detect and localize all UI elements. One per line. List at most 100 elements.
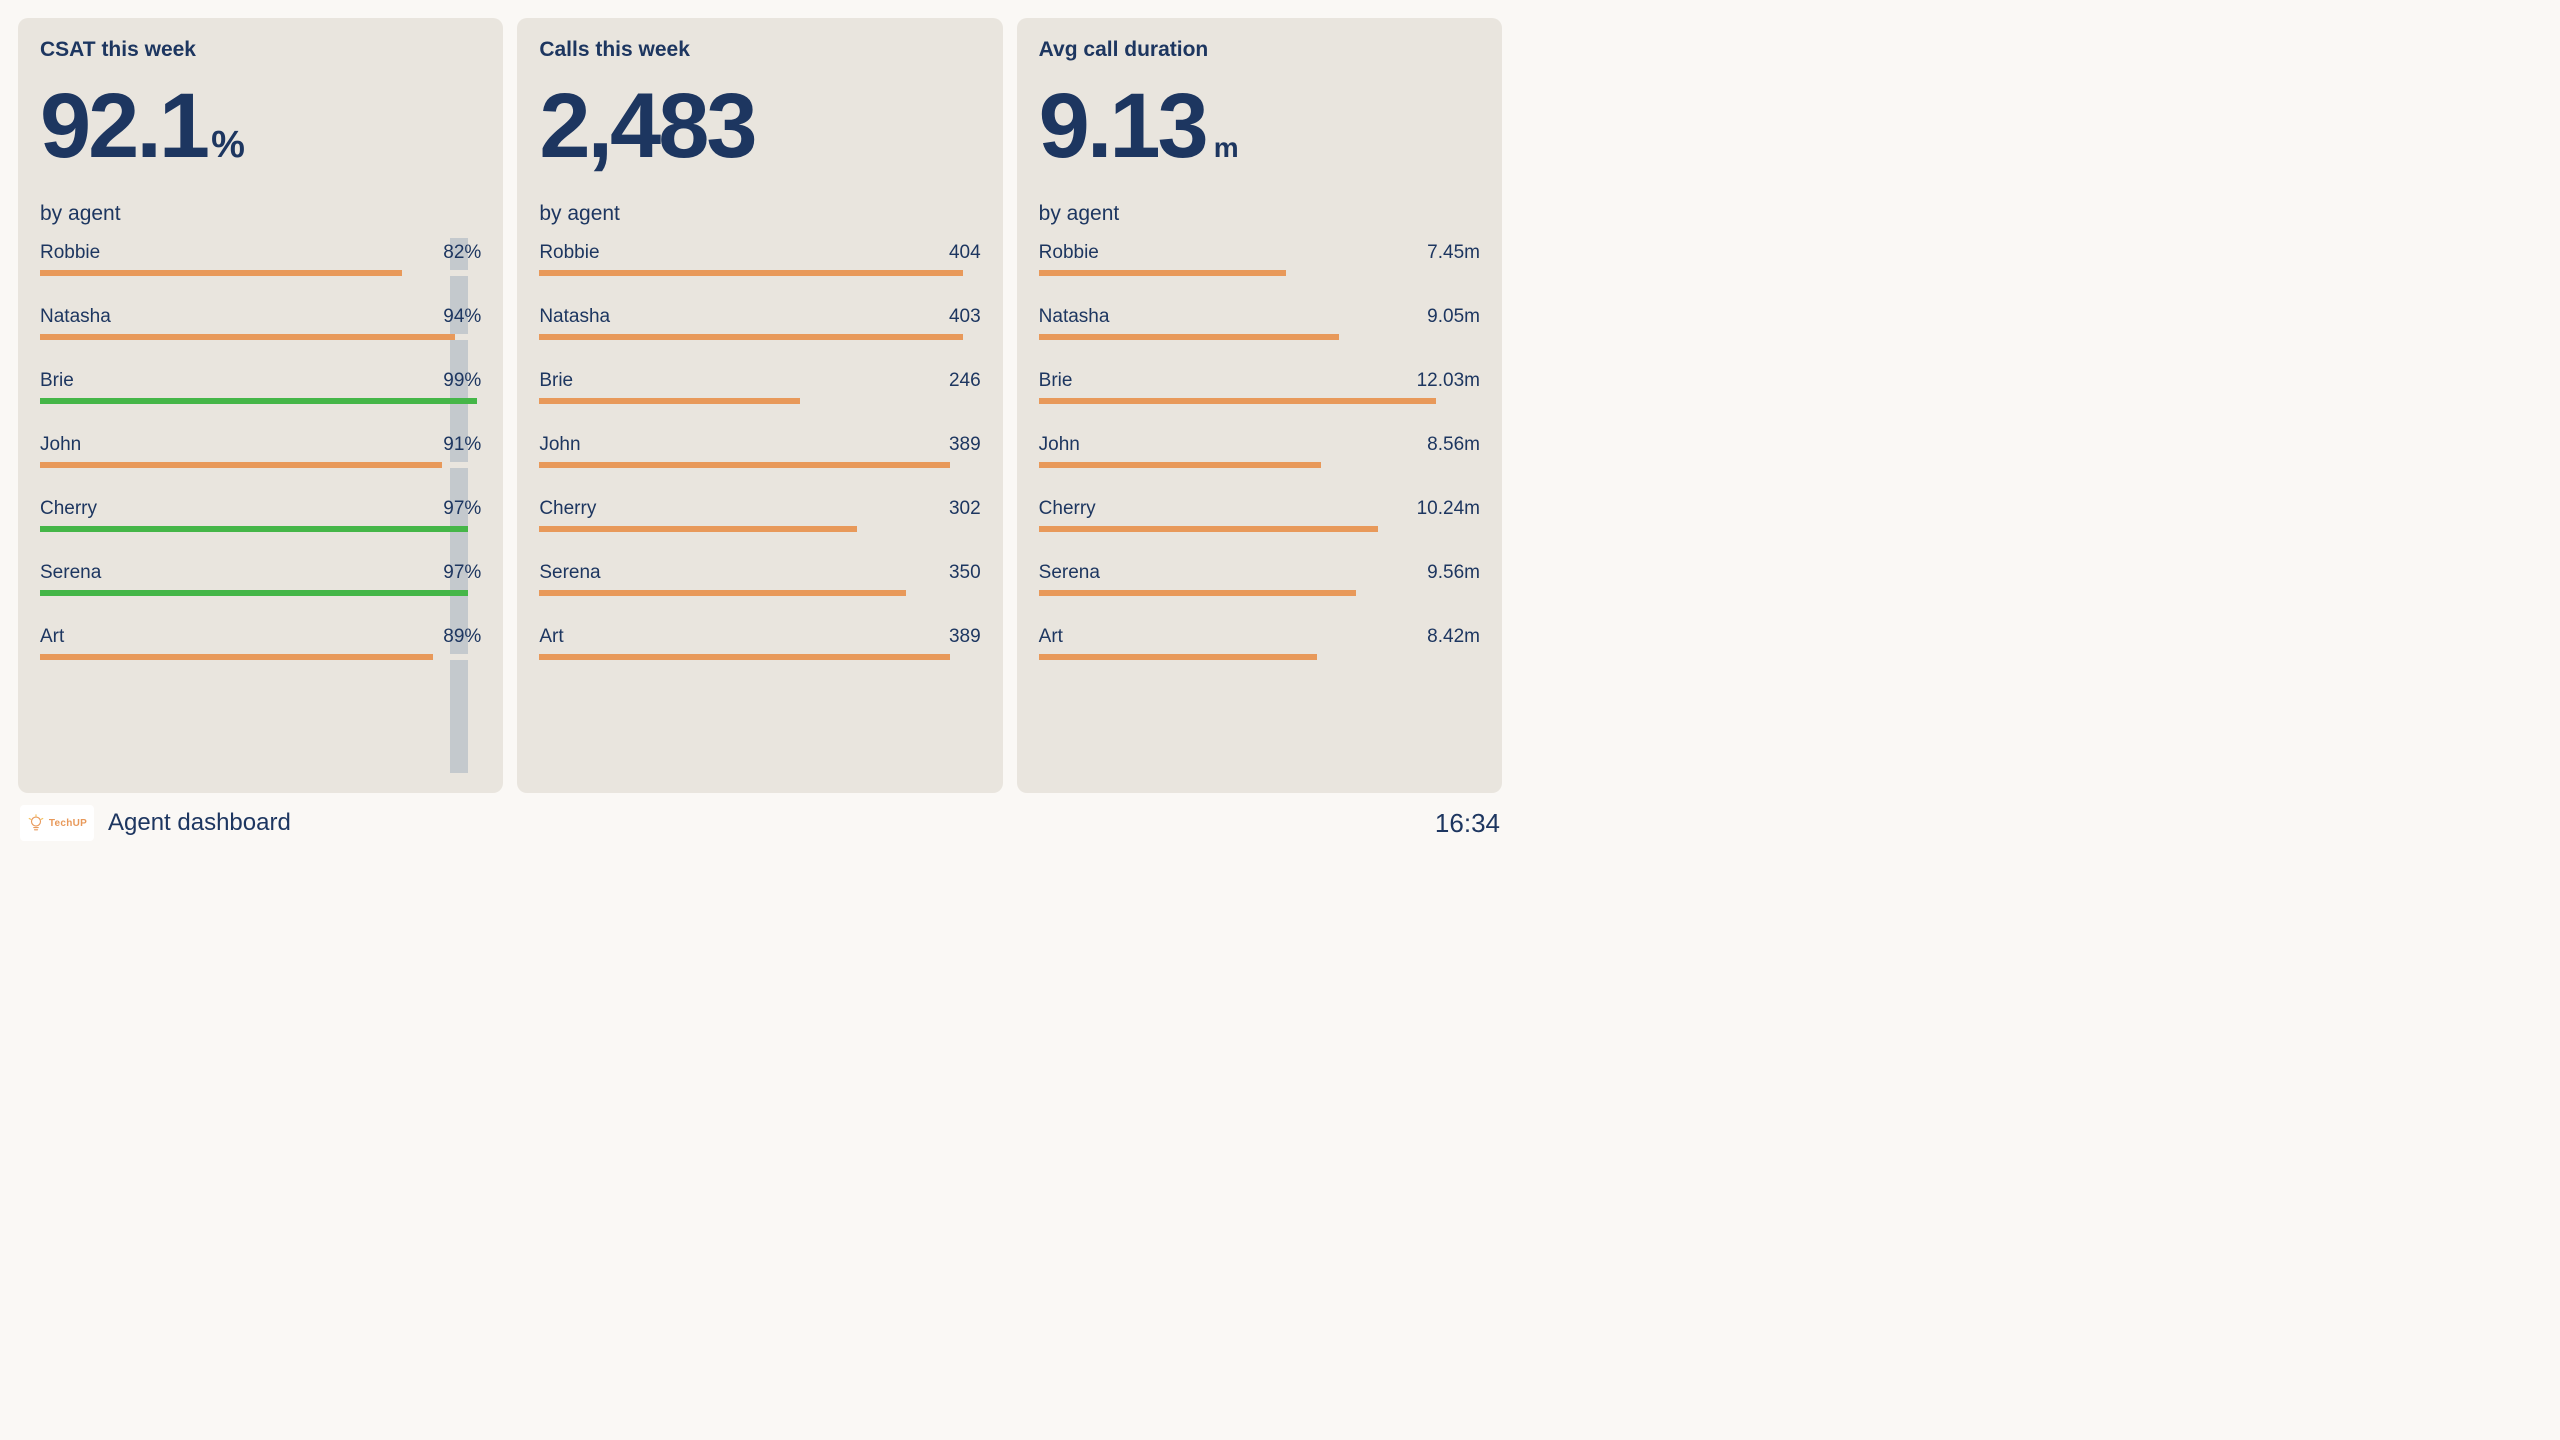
brand-name: TechUP — [49, 818, 87, 829]
agent-value: 91% — [443, 434, 481, 456]
agent-value: 12.03m — [1417, 370, 1480, 392]
bar-fill — [1039, 334, 1339, 340]
agent-row-header: Art8.42m — [1039, 626, 1480, 648]
agent-row: Brie 99% — [40, 370, 481, 404]
bar-track — [539, 526, 980, 532]
bar-fill — [40, 398, 477, 404]
metric-card: Avg call duration 9.13m by agent Robbie 7.45… — [1017, 18, 1502, 793]
agent-value: 350 — [949, 562, 981, 584]
agent-row: Brie 246 — [539, 370, 980, 404]
agent-value: 97% — [443, 562, 481, 584]
bar-fill — [539, 654, 949, 660]
bar-fill — [1039, 462, 1321, 468]
headline-value: 9.13 — [1039, 80, 1206, 172]
agent-rows: Robbie404Natasha403Brie246John389Cherry3… — [539, 242, 980, 769]
agent-value: 97% — [443, 498, 481, 520]
bar-track — [1039, 654, 1480, 660]
agent-value: 94% — [443, 306, 481, 328]
agent-name: Natasha — [539, 306, 610, 328]
agent-value: 99% — [443, 370, 481, 392]
bar-track — [539, 398, 980, 404]
agent-row-header: Cherry97% — [40, 498, 481, 520]
subheading: by agent — [40, 202, 481, 226]
bar-fill — [1039, 590, 1357, 596]
agent-row-header: Robbie 82% — [40, 242, 481, 264]
agent-row: Robbie 404 — [539, 242, 980, 276]
agent-value: 389 — [949, 626, 981, 648]
agent-row-header: Brie 246 — [539, 370, 980, 392]
bar-track — [1039, 526, 1480, 532]
agent-name: Robbie — [539, 242, 599, 264]
agent-row-header: Cherry10.24m — [1039, 498, 1480, 520]
agent-row-header: Brie12.03m — [1039, 370, 1480, 392]
bar-track — [40, 462, 481, 468]
agent-name: Robbie — [1039, 242, 1099, 264]
bar-track — [539, 654, 980, 660]
agent-row: Serena 97% — [40, 562, 481, 596]
agent-value: 389 — [949, 434, 981, 456]
agent-name: Art — [539, 626, 563, 648]
agent-name: Serena — [1039, 562, 1100, 584]
agent-row: Robbie 82% — [40, 242, 481, 276]
agent-row-header: Art89% — [40, 626, 481, 648]
bar-track — [40, 270, 481, 276]
headline-number: 9.13m — [1039, 80, 1480, 172]
footer-bar: TechUP Agent dashboard 16:34 — [0, 793, 1520, 855]
bar-track — [1039, 398, 1480, 404]
bar-fill — [539, 270, 963, 276]
agent-row: Art8.42m — [1039, 626, 1480, 660]
card-title: Avg call duration — [1039, 38, 1480, 62]
subheading: by agent — [1039, 202, 1480, 226]
agent-value: 403 — [949, 306, 981, 328]
agent-row: Art89% — [40, 626, 481, 660]
agent-value: 8.56m — [1427, 434, 1480, 456]
agent-name: Cherry — [539, 498, 596, 520]
page-title: Agent dashboard — [108, 809, 291, 837]
agent-name: Brie — [539, 370, 573, 392]
agent-row: John91% — [40, 434, 481, 468]
bar-fill — [1039, 654, 1317, 660]
agent-value: 9.56m — [1427, 562, 1480, 584]
bar-fill — [539, 590, 905, 596]
bar-track — [40, 654, 481, 660]
agent-name: Serena — [40, 562, 101, 584]
bar-track — [1039, 462, 1480, 468]
agent-row-header: Brie 99% — [40, 370, 481, 392]
card-row: CSAT this week92.1%by agentRobbie82%Nata… — [0, 0, 1520, 793]
agent-row-header: Cherry302 — [539, 498, 980, 520]
metric-card: Calls this week2,483by agentRobbie404Nat… — [517, 18, 1002, 793]
agent-name: John — [539, 434, 580, 456]
agent-row-header: Art 389 — [539, 626, 980, 648]
agent-row: Natasha94% — [40, 306, 481, 340]
agent-row: Natasha9.05m — [1039, 306, 1480, 340]
bar-track — [40, 590, 481, 596]
bar-fill — [40, 654, 433, 660]
agent-value: 404 — [949, 242, 981, 264]
agent-row-header: John 389 — [539, 434, 980, 456]
card-title: Calls this week — [539, 38, 980, 62]
bar-track — [40, 334, 481, 340]
bar-fill — [1039, 270, 1286, 276]
agent-name: Robbie — [40, 242, 100, 264]
agent-name: Art — [1039, 626, 1063, 648]
agent-value: 82% — [443, 242, 481, 264]
agent-name: Serena — [539, 562, 600, 584]
agent-name: Brie — [40, 370, 74, 392]
agent-value: 246 — [949, 370, 981, 392]
agent-value: 7.45m — [1427, 242, 1480, 264]
headline-number: 2,483 — [539, 80, 980, 172]
agent-name: John — [1039, 434, 1080, 456]
headline-value: 2,483 — [539, 80, 754, 172]
agent-row: Art 389 — [539, 626, 980, 660]
agent-row: Cherry302 — [539, 498, 980, 532]
bar-fill — [40, 462, 442, 468]
bar-fill — [539, 334, 963, 340]
bar-track — [40, 398, 481, 404]
bar-fill — [539, 398, 799, 404]
bar-track — [539, 270, 980, 276]
bar-track — [1039, 590, 1480, 596]
agent-row-header: Natasha 403 — [539, 306, 980, 328]
bar-track — [539, 334, 980, 340]
agent-row: John 8.56m — [1039, 434, 1480, 468]
bar-track — [539, 590, 980, 596]
